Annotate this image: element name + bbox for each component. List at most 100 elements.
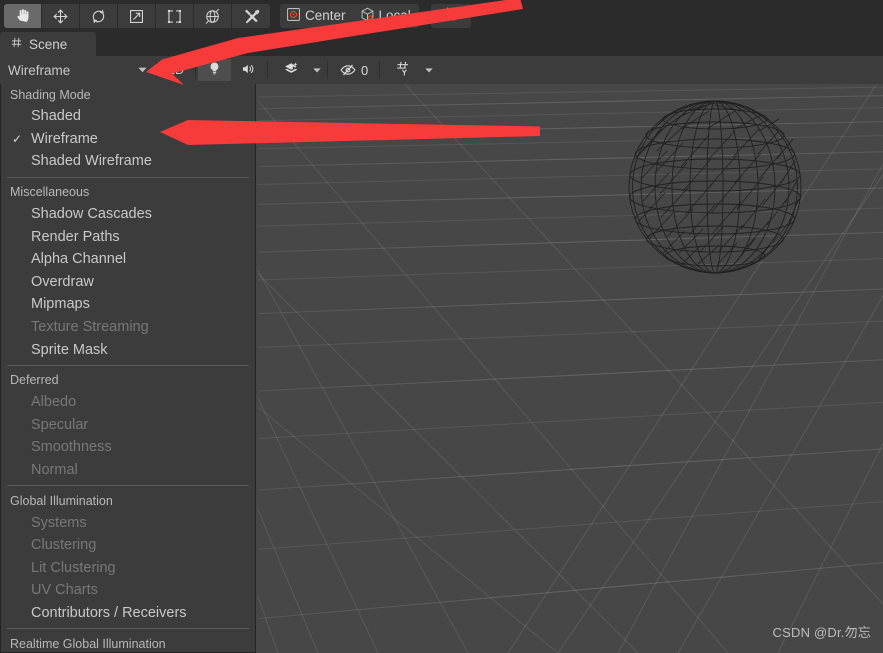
tab-scene[interactable]: Scene [0, 32, 96, 56]
menu-item[interactable]: Mipmaps [1, 293, 255, 316]
toolbar-divider [194, 61, 196, 79]
menu-item: Albedo [1, 391, 255, 414]
tab-bar: Scene [0, 32, 883, 56]
menu-item: Normal [1, 459, 255, 482]
watermark: CSDN @Dr.勿忘 [772, 625, 871, 640]
menu-item: Specular [1, 414, 255, 437]
toggle-2d-button[interactable]: 2D [159, 59, 193, 81]
toggle-2d-label: 2D [168, 63, 184, 77]
menu-item-label: Clustering [31, 537, 97, 554]
menu-item-label: Shaded [31, 108, 81, 125]
scene-visibility-button[interactable]: 0 [329, 59, 378, 81]
menu-item: UV Charts [1, 579, 255, 602]
rotate-icon [89, 7, 108, 26]
grid-snap-group [430, 4, 471, 28]
pivot-mode-label: Center [305, 8, 346, 24]
grid-snap-icon [442, 5, 460, 28]
gizmos-icon [395, 60, 412, 80]
shading-mode-menu[interactable]: Shading Mode Shaded ✓ Wireframe Shaded Wiref… [0, 84, 256, 653]
effects-icon [283, 60, 300, 80]
rotate-tool-button[interactable] [80, 4, 118, 28]
scene-audio-button[interactable] [230, 59, 265, 81]
grid-hash-icon [10, 36, 23, 52]
menu-item[interactable]: Shadow Cascades [1, 203, 255, 226]
pivot-mode-button[interactable]: Center [280, 4, 354, 28]
shading-mode-dropdown[interactable]: Wireframe [2, 59, 154, 81]
scene-lighting-button[interactable] [197, 59, 231, 81]
menu-item: Smoothness [1, 436, 255, 459]
menu-separator [7, 485, 249, 487]
pivot-rotation-label: Local [378, 8, 411, 24]
shading-mode-value: Wireframe [8, 62, 71, 78]
main-toolbar: Center Local [0, 0, 883, 32]
rect-tool-button[interactable] [156, 4, 194, 28]
menu-item-label: Render Paths [31, 228, 120, 245]
menu-item-label: Alpha Channel [31, 251, 127, 268]
hand-tool-button[interactable] [4, 4, 42, 28]
scene-gizmos-dropdown[interactable] [421, 59, 437, 81]
transform-icon [203, 7, 222, 26]
menu-item-label: Specular [31, 416, 89, 433]
eye-off-icon: 0 [339, 61, 368, 79]
menu-item-label: Sprite Mask [31, 341, 108, 358]
menu-item-label: Systems [31, 514, 87, 531]
menu-item-label: Normal [31, 462, 78, 479]
menu-section-header: Miscellaneous [10, 185, 90, 200]
scene-ground-grid [258, 84, 883, 653]
menu-item: Lit Clustering [1, 557, 255, 580]
check-icon: ✓ [12, 131, 23, 146]
pivot-rotation-button[interactable]: Local [353, 4, 419, 28]
menu-separator [7, 628, 249, 630]
menu-item-label: Smoothness [31, 439, 112, 456]
menu-item-label: Contributors / Receivers [31, 604, 187, 621]
menu-item[interactable]: Shaded [1, 105, 255, 128]
menu-item[interactable]: ✓ Wireframe [1, 128, 255, 151]
menu-item: Clustering [1, 534, 255, 557]
menu-item-label: UV Charts [31, 582, 98, 599]
speaker-icon [240, 61, 256, 80]
menu-separator [7, 176, 249, 178]
menu-item[interactable]: Alpha Channel [1, 248, 255, 271]
scene-viewport[interactable]: CSDN @Dr.勿忘 [258, 84, 883, 653]
grid-snap-button[interactable] [431, 4, 471, 28]
menu-item[interactable]: Overdraw [1, 271, 255, 294]
menu-item[interactable]: Sprite Mask [1, 338, 255, 361]
menu-item-label: Mipmaps [31, 296, 90, 313]
menu-section-header: Realtime Global Illumination [10, 636, 166, 651]
menu-item-label: Wireframe [31, 130, 98, 147]
scene-fx-group [273, 59, 325, 81]
menu-section-header: Deferred [10, 373, 59, 388]
scale-tool-button[interactable] [118, 4, 156, 28]
toolbar-divider [379, 61, 381, 79]
pivot-center-icon [285, 6, 302, 26]
move-tool-button[interactable] [42, 4, 80, 28]
chevron-down-icon [137, 63, 148, 78]
move-icon [51, 7, 70, 26]
scale-icon [127, 7, 146, 26]
scene-gizmos-group [386, 59, 438, 81]
custom-editor-tool-button[interactable] [232, 4, 270, 28]
menu-item[interactable]: Contributors / Receivers [1, 602, 255, 625]
menu-item: Systems [1, 511, 255, 534]
hand-icon [14, 7, 32, 25]
scene-gizmos-button[interactable] [386, 59, 422, 81]
scene-fx-dropdown[interactable] [309, 59, 325, 81]
lightbulb-icon [207, 61, 222, 79]
rect-icon [165, 7, 184, 26]
tab-scene-label: Scene [29, 36, 68, 52]
menu-item-label: Overdraw [31, 273, 94, 290]
toolbar-divider [156, 61, 157, 79]
menu-item[interactable]: Render Paths [1, 225, 255, 248]
menu-section-header: Global Illumination [10, 493, 113, 508]
pivot-local-icon [359, 6, 376, 26]
menu-item-label: Texture Streaming [31, 319, 149, 336]
toolbar-divider [266, 61, 268, 79]
scene-view-toolbar: Wireframe 2D 0 [0, 56, 883, 84]
menu-item[interactable]: Shaded Wireframe [1, 150, 255, 173]
transform-tools-group [4, 4, 270, 28]
menu-item-label: Shaded Wireframe [31, 153, 152, 170]
hidden-objects-count: 0 [360, 62, 369, 78]
menu-section-header: Shading Mode [10, 87, 91, 102]
transform-tool-button[interactable] [194, 4, 232, 28]
scene-fx-button[interactable] [273, 59, 309, 81]
